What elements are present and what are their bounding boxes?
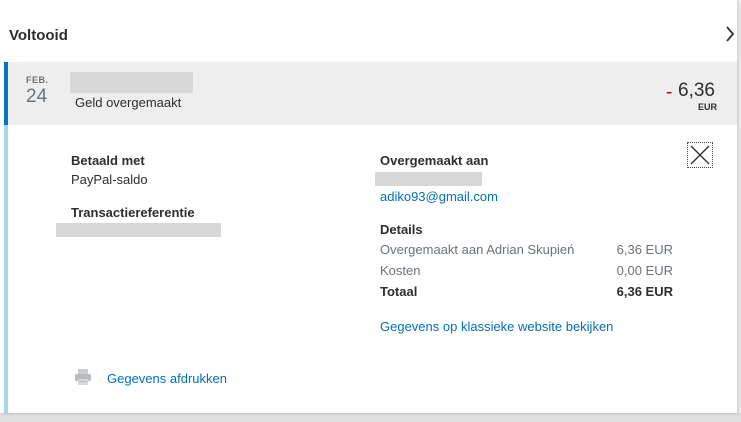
transaction-day: 24 xyxy=(26,86,48,107)
paid-with-label: Betaald met xyxy=(71,153,145,168)
detail-row-label: Overgemaakt aan Adrian Skupień xyxy=(380,242,575,257)
transaction-panel: Voltooid FEB. 24 Geld overgemaakt - 6,36… xyxy=(0,0,738,413)
transaction-summary-row[interactable]: FEB. 24 Geld overgemaakt - 6,36 EUR xyxy=(4,62,737,125)
details-label: Details xyxy=(380,222,423,237)
close-icon[interactable] xyxy=(687,142,713,168)
chevron-right-icon[interactable] xyxy=(724,24,736,48)
paid-with-value: PayPal-saldo xyxy=(71,172,148,187)
recipient-email-link[interactable]: adiko93@gmail.com xyxy=(380,189,498,204)
transaction-description: Geld overgemaakt xyxy=(75,95,182,110)
redacted-recipient xyxy=(375,172,482,186)
status-title: Voltooid xyxy=(9,27,68,44)
transaction-currency: EUR xyxy=(698,102,718,112)
classic-website-link[interactable]: Gegevens op klassieke website bekijken xyxy=(380,319,613,334)
redacted-reference xyxy=(56,223,221,237)
redacted-recipient-name xyxy=(70,72,193,93)
transaction-amount: 6,36 xyxy=(678,80,715,101)
transferred-to-label: Overgemaakt aan xyxy=(380,153,489,168)
detail-row-value: 0,00 EUR xyxy=(616,263,673,278)
background-page-bottom xyxy=(0,413,741,422)
printer-icon[interactable] xyxy=(74,368,92,386)
total-label: Totaal xyxy=(380,284,418,299)
transaction-month: FEB. xyxy=(26,75,49,85)
detail-row-value: 6,36 EUR xyxy=(616,242,673,257)
reference-label: Transactiereferentie xyxy=(71,205,195,220)
print-details-link[interactable]: Gegevens afdrukken xyxy=(107,371,227,386)
total-value: 6,36 EUR xyxy=(616,284,673,299)
amount-sign: - xyxy=(666,82,673,103)
panel-header: Voltooid xyxy=(0,0,737,62)
detail-row-label: Kosten xyxy=(380,263,421,278)
